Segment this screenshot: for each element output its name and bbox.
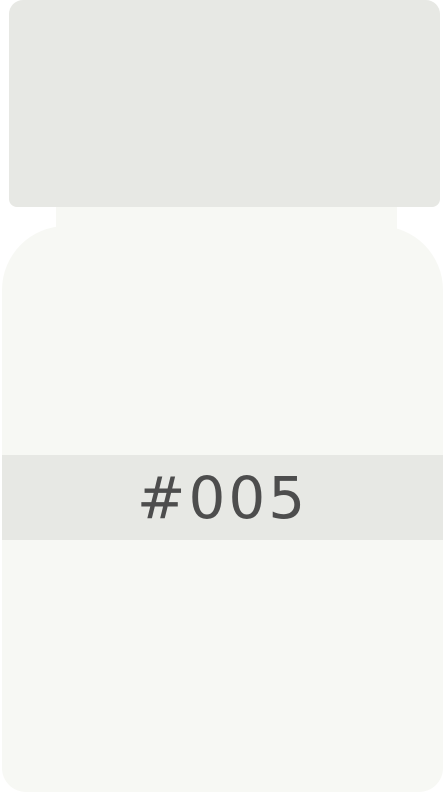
bottle-label-text: #005: [136, 463, 309, 532]
bottle-cap: [9, 0, 440, 207]
bottle-label-band: #005: [2, 455, 443, 540]
bottle-illustration: #005: [0, 0, 445, 795]
